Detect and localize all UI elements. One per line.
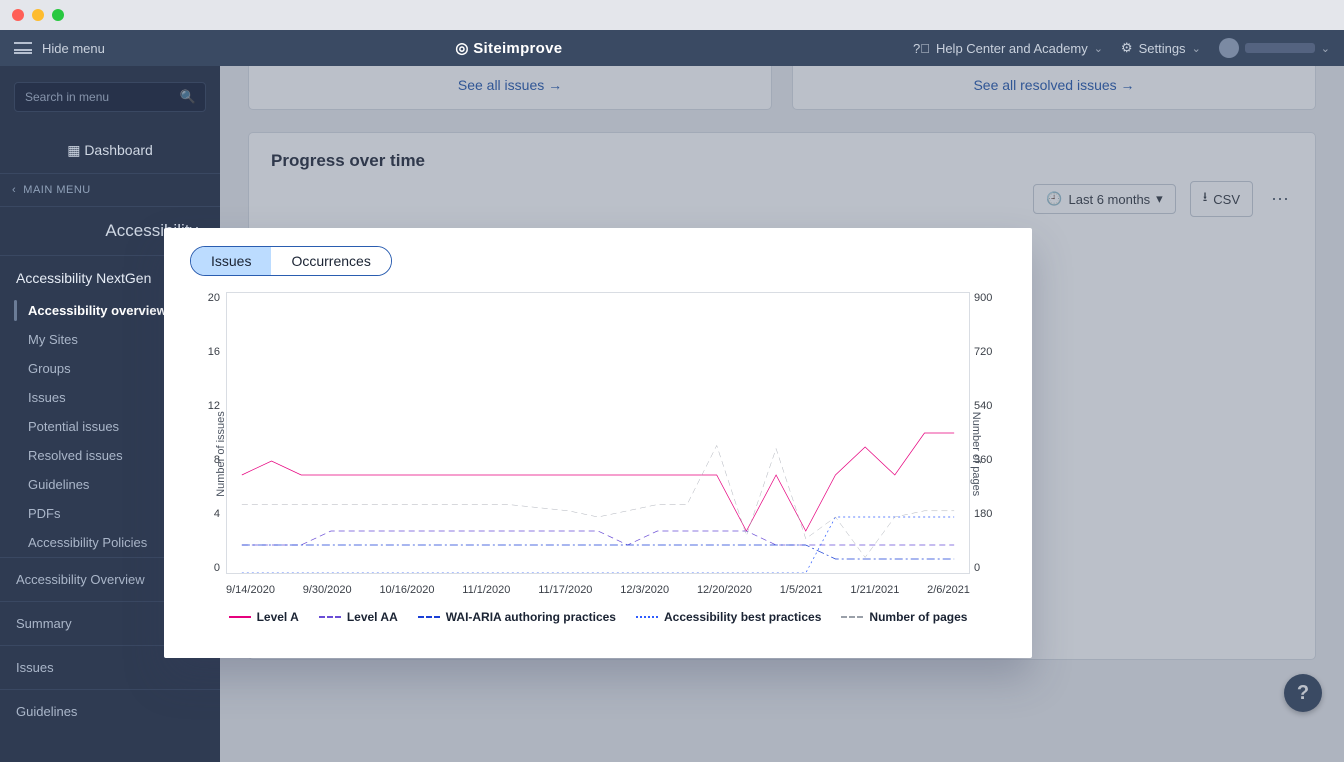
search-icon: 🔍 bbox=[180, 89, 196, 105]
chart-area: 20 16 12 8 4 0 900 720 540 360 180 0 Num… bbox=[186, 284, 1010, 624]
hamburger-icon[interactable] bbox=[14, 42, 32, 54]
avatar-icon bbox=[1219, 38, 1239, 58]
chart-tabs: Issues Occurrences bbox=[190, 246, 392, 276]
chart-legend: Level A Level AA WAI-ARIA authoring prac… bbox=[186, 610, 1010, 624]
y-right-label: Number of pages bbox=[970, 412, 982, 496]
y-left-label: Number of issues bbox=[215, 411, 227, 497]
gear-icon: ⚙ bbox=[1121, 40, 1133, 56]
dashboard-link[interactable]: ▦ Dashboard bbox=[0, 128, 220, 173]
settings-menu[interactable]: ⚙ Settings ⌄ bbox=[1121, 40, 1201, 56]
search-input[interactable] bbox=[14, 82, 206, 112]
brand-logo-text: ◎ Siteimprove bbox=[455, 40, 562, 57]
hide-menu-toggle[interactable]: Hide menu bbox=[42, 41, 105, 56]
tab-issues[interactable]: Issues bbox=[191, 247, 271, 275]
username-redacted bbox=[1245, 43, 1315, 53]
window-titlebar bbox=[0, 0, 1344, 30]
sidebar-item-guidelines-2[interactable]: Guidelines bbox=[0, 689, 220, 733]
user-menu[interactable]: ⌄ bbox=[1219, 38, 1330, 58]
help-icon: ?⃝ bbox=[913, 41, 930, 56]
x-ticks: 9/14/20209/30/202010/16/202011/1/202011/… bbox=[226, 584, 970, 596]
help-center-menu[interactable]: ?⃝ Help Center and Academy ⌄ bbox=[913, 41, 1103, 56]
chart-plot[interactable] bbox=[226, 292, 970, 574]
minimize-window-dot[interactable] bbox=[32, 9, 44, 21]
main-menu-back[interactable]: ‹ MAIN MENU bbox=[0, 173, 220, 207]
close-window-dot[interactable] bbox=[12, 9, 24, 21]
tab-occurrences[interactable]: Occurrences bbox=[271, 247, 390, 275]
chevron-down-icon: ⌄ bbox=[1321, 42, 1330, 55]
chevron-down-icon: ⌄ bbox=[1094, 42, 1103, 55]
chevron-down-icon: ⌄ bbox=[1192, 42, 1201, 55]
app-topbar: Hide menu ◎ Siteimprove ?⃝ Help Center a… bbox=[0, 30, 1344, 66]
progress-chart-popup: Issues Occurrences 20 16 12 8 4 0 900 72… bbox=[164, 228, 1032, 658]
maximize-window-dot[interactable] bbox=[52, 9, 64, 21]
